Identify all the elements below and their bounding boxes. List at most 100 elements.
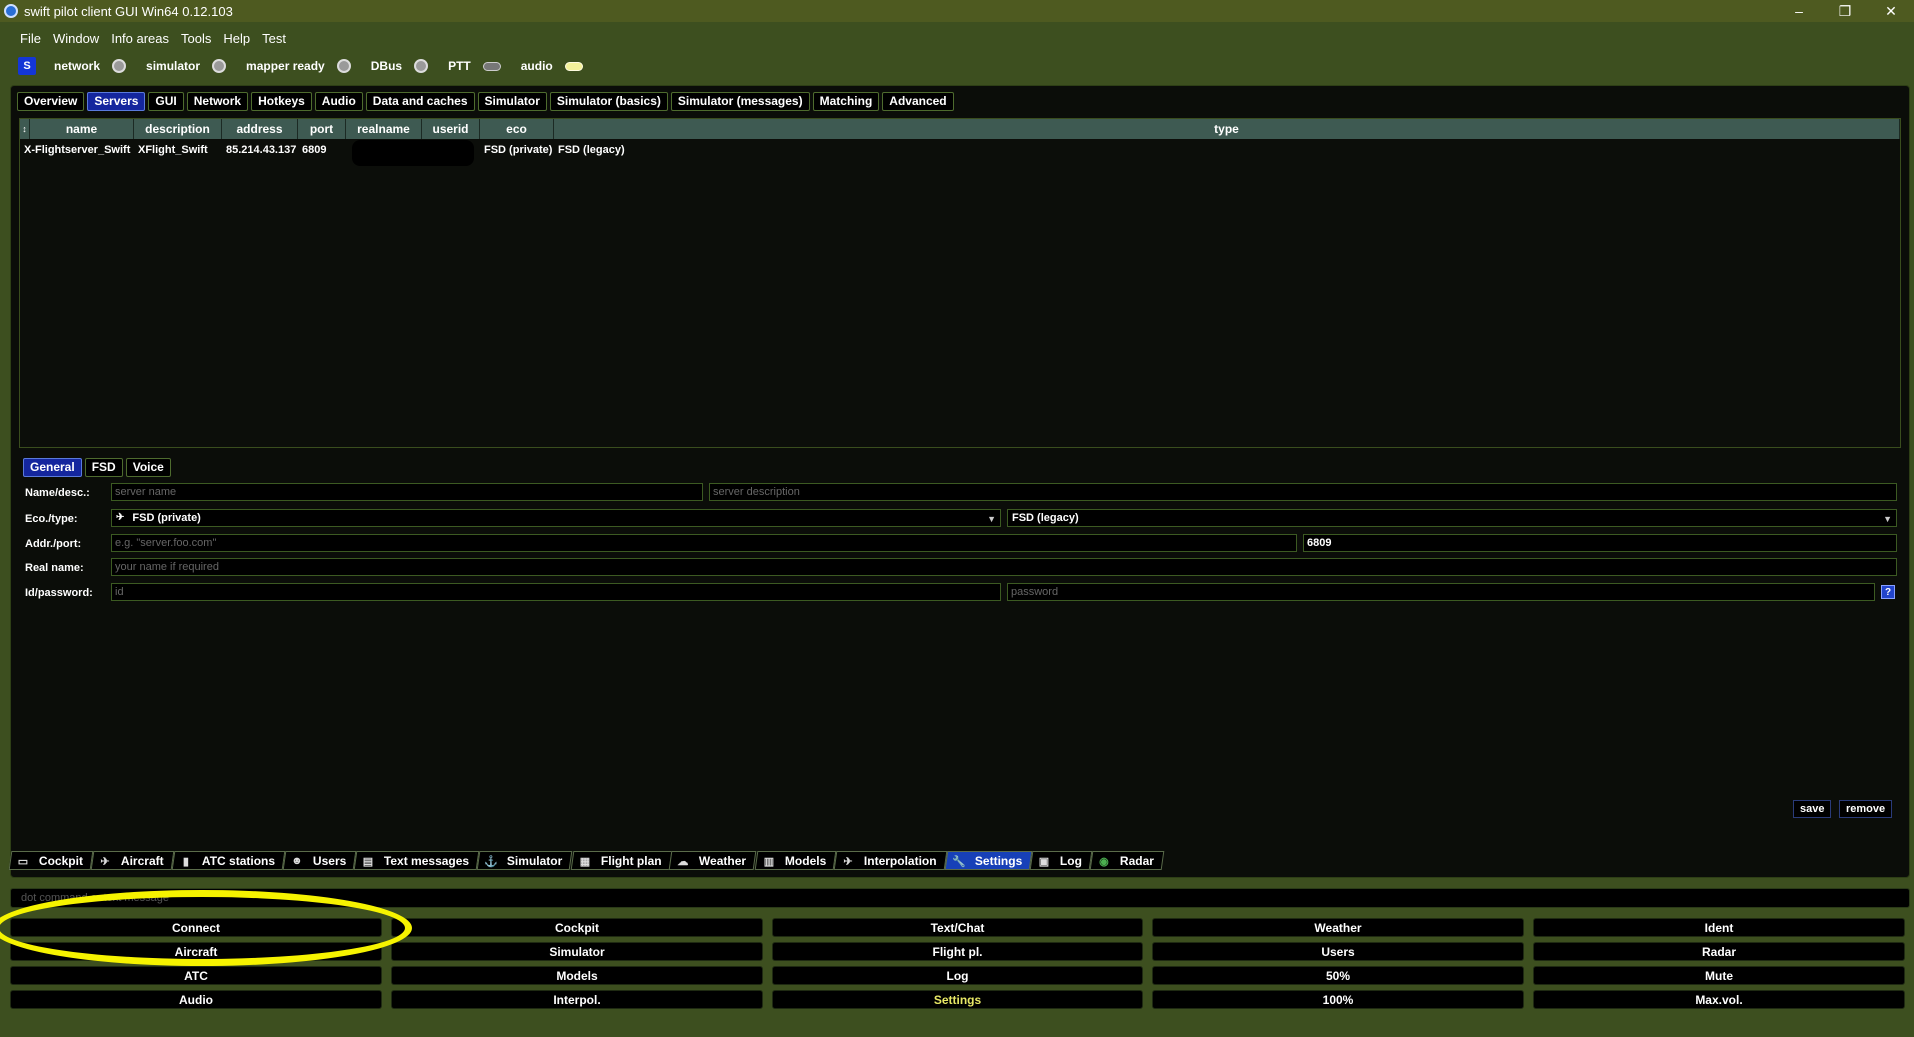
flight-plan-button[interactable]: Flight pl. xyxy=(772,942,1143,961)
dbus-led-icon xyxy=(414,59,429,73)
indicator-dbus: DBus xyxy=(371,59,429,73)
eco-type-row: Eco./type: xyxy=(19,509,107,528)
plane-icon: ✈ xyxy=(100,855,110,867)
radar-button[interactable]: Radar xyxy=(1533,942,1905,961)
weather-button[interactable]: Weather xyxy=(1152,918,1524,937)
info-tab-weather[interactable]: ☁ Weather xyxy=(669,851,757,870)
log-button[interactable]: Log xyxy=(772,966,1143,985)
minimize-button[interactable]: – xyxy=(1776,0,1822,22)
col-port[interactable]: port xyxy=(298,119,346,139)
info-tab-models[interactable]: ▥ Models xyxy=(754,851,837,870)
restore-button[interactable]: ❐ xyxy=(1822,0,1868,22)
mute-button[interactable]: Mute xyxy=(1533,966,1905,985)
col-eco[interactable]: eco xyxy=(480,119,554,139)
tab-matching[interactable]: Matching xyxy=(812,92,880,111)
col-name[interactable]: name xyxy=(30,119,134,139)
command-line-input[interactable]: dot command or text message xyxy=(10,888,1910,908)
remove-button[interactable]: remove xyxy=(1839,800,1893,818)
info-tab-cockpit[interactable]: ▭ Cockpit xyxy=(8,851,94,870)
server-name-input[interactable]: server name xyxy=(111,483,703,501)
cell-address: 85.214.43.137 xyxy=(226,144,297,156)
menu-help[interactable]: Help xyxy=(223,31,250,46)
save-button[interactable]: save xyxy=(1793,800,1832,818)
settings-button[interactable]: Settings xyxy=(772,990,1143,1009)
indicator-label: simulator xyxy=(146,59,201,73)
window-title: swift pilot client GUI Win64 0.12.103 xyxy=(24,3,233,19)
ident-button[interactable]: Ident xyxy=(1533,918,1905,937)
real-name-row: Real name: xyxy=(19,558,107,577)
info-tab-users[interactable]: ☻ Users xyxy=(282,851,357,870)
info-tab-settings[interactable]: 🔧 Settings xyxy=(944,851,1033,870)
menu-test[interactable]: Test xyxy=(262,31,286,46)
simulator-button[interactable]: Simulator xyxy=(391,942,763,961)
simulator-icon: ⚓ xyxy=(484,855,499,867)
tab-audio[interactable]: Audio xyxy=(314,92,363,111)
users-button[interactable]: Users xyxy=(1152,942,1524,961)
tab-advanced[interactable]: Advanced xyxy=(882,92,954,111)
id-input[interactable]: id xyxy=(111,583,1001,601)
tab-gui[interactable]: GUI xyxy=(148,92,184,111)
info-tab-simulator[interactable]: ⚓ Simulator xyxy=(477,851,574,870)
eco-type-label: Eco./type: xyxy=(25,512,78,525)
help-icon[interactable]: ? xyxy=(1881,585,1895,599)
aircraft-button[interactable]: Aircraft xyxy=(10,942,382,961)
address-input[interactable]: e.g. "server.foo.com" xyxy=(111,534,1297,552)
tab-simulator-basics[interactable]: Simulator (basics) xyxy=(549,92,668,111)
info-tab-text-messages[interactable]: ▤ Text messages xyxy=(353,851,480,870)
port-input[interactable]: 6809 xyxy=(1303,534,1897,552)
tab-simulator-messages[interactable]: Simulator (messages) xyxy=(670,92,810,111)
volume-50-button[interactable]: 50% xyxy=(1152,966,1524,985)
tower-icon: ▮ xyxy=(182,855,189,867)
tab-general[interactable]: General xyxy=(23,458,82,477)
info-tab-label: Log xyxy=(1059,853,1082,868)
atc-button[interactable]: ATC xyxy=(10,966,382,985)
menu-window[interactable]: Window xyxy=(53,31,99,46)
type-select[interactable]: FSD (legacy) ▼ xyxy=(1007,509,1897,527)
info-tab-flight-plan[interactable]: ▦ Flight plan xyxy=(570,851,672,870)
tab-servers[interactable]: Servers xyxy=(87,92,146,111)
text-chat-button[interactable]: Text/Chat xyxy=(772,918,1143,937)
swift-logo: S xyxy=(18,57,36,75)
network-led-icon xyxy=(112,59,127,73)
eco-select[interactable]: ✈ FSD (private) ▼ xyxy=(111,509,1001,527)
menu-info-areas[interactable]: Info areas xyxy=(111,31,169,46)
info-tab-label: Text messages xyxy=(384,853,470,868)
tab-hotkeys[interactable]: Hotkeys xyxy=(251,92,312,111)
tab-fsd[interactable]: FSD xyxy=(84,458,123,477)
info-tab-label: Simulator xyxy=(507,853,563,868)
tab-overview[interactable]: Overview xyxy=(17,92,85,111)
tab-data-and-caches[interactable]: Data and caches xyxy=(365,92,475,111)
models-button[interactable]: Models xyxy=(391,966,763,985)
menu-file[interactable]: File xyxy=(20,31,41,46)
info-tab-label: Flight plan xyxy=(600,853,662,868)
settings-panel: Overview Servers GUI Network Hotkeys Aud… xyxy=(10,85,1910,878)
tab-voice[interactable]: Voice xyxy=(125,458,171,477)
info-tab-aircraft[interactable]: ✈ Aircraft xyxy=(90,851,175,870)
models-icon: ▥ xyxy=(763,855,774,867)
eco-value: FSD (private) xyxy=(132,512,201,524)
password-input[interactable]: password xyxy=(1007,583,1875,601)
real-name-input[interactable]: your name if required xyxy=(111,558,1897,576)
interpolation-button[interactable]: Interpol. xyxy=(391,990,763,1009)
info-tab-log[interactable]: ▣ Log xyxy=(1029,851,1093,870)
info-tab-interpolation[interactable]: ✈ Interpolation xyxy=(833,851,947,870)
tab-network[interactable]: Network xyxy=(186,92,249,111)
tab-simulator[interactable]: Simulator xyxy=(477,92,547,111)
table-row[interactable]: X-Flightserver_Swift XFlight_Swift 85.21… xyxy=(20,139,1900,166)
audio-button[interactable]: Audio xyxy=(10,990,382,1009)
flightplan-icon: ▦ xyxy=(579,855,590,867)
max-volume-button[interactable]: Max.vol. xyxy=(1533,990,1905,1009)
connect-button[interactable]: Connect xyxy=(10,918,382,937)
menu-tools[interactable]: Tools xyxy=(181,31,211,46)
cockpit-button[interactable]: Cockpit xyxy=(391,918,763,937)
server-description-input[interactable]: server description xyxy=(709,483,1897,501)
volume-100-button[interactable]: 100% xyxy=(1152,990,1524,1009)
close-button[interactable]: ✕ xyxy=(1868,0,1914,22)
col-type[interactable]: type xyxy=(554,119,1900,139)
col-description[interactable]: description xyxy=(134,119,222,139)
id-password-row: Id/password: xyxy=(19,583,107,602)
info-tab-radar[interactable]: ◉ Radar xyxy=(1089,851,1165,870)
sort-icon[interactable]: ↕ xyxy=(20,119,30,139)
info-tab-atc-stations[interactable]: ▮ ATC stations xyxy=(171,851,286,870)
col-address[interactable]: address xyxy=(222,119,298,139)
